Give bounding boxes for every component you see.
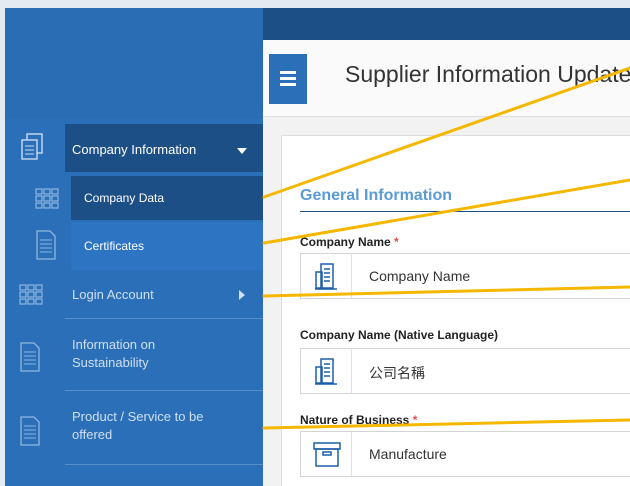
annotation-line bbox=[262, 418, 630, 430]
annotation-line bbox=[262, 178, 630, 245]
annotation-line bbox=[262, 285, 630, 298]
annotation-lines bbox=[262, 66, 630, 430]
annotation-line bbox=[262, 66, 630, 199]
